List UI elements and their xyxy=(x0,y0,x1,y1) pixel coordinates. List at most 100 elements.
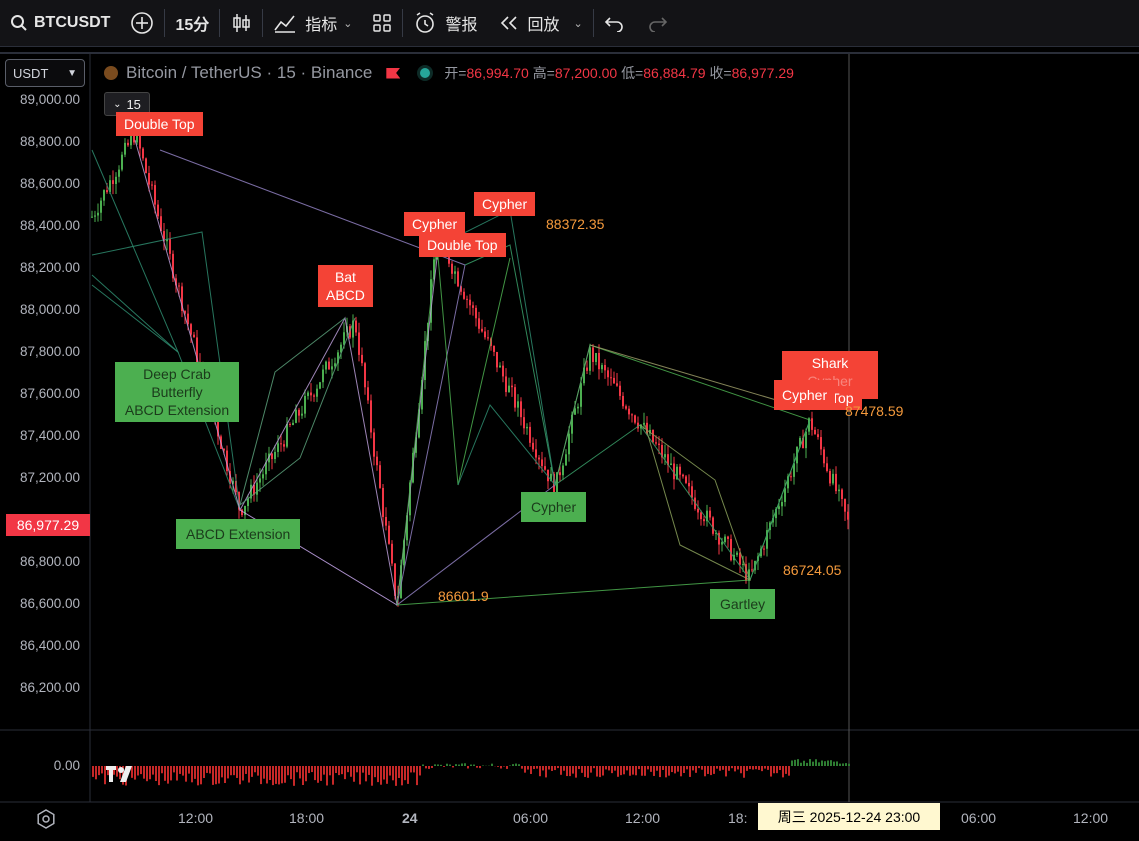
flag-icon[interactable] xyxy=(386,68,400,79)
interval-badge-value: 15 xyxy=(126,97,140,112)
price-axis-label: 86,400.00 xyxy=(0,638,80,653)
oscillator-bar xyxy=(293,766,295,786)
oscillator-bar xyxy=(407,766,409,784)
candle-body xyxy=(388,526,390,544)
candle-body xyxy=(472,305,474,308)
pattern-label-line: Butterfly xyxy=(123,383,231,401)
price-axis-label: 88,200.00 xyxy=(0,260,80,275)
oscillator-bar xyxy=(164,766,166,781)
oscillator-bar xyxy=(590,766,592,773)
candle-body xyxy=(289,424,291,425)
oscillator-bar xyxy=(662,766,664,770)
candle-body xyxy=(607,370,609,377)
settings-button[interactable] xyxy=(36,809,56,834)
oscillator-bar xyxy=(200,766,202,784)
candle-body xyxy=(628,409,630,415)
oscillator-bar xyxy=(395,766,397,786)
pattern-label[interactable]: Double Top xyxy=(116,112,203,136)
oscillator-bar xyxy=(779,766,781,770)
candle-body xyxy=(784,488,786,502)
oscillator-bar xyxy=(698,766,700,768)
oscillator-bar xyxy=(518,764,520,766)
oscillator-bar xyxy=(536,766,538,769)
oscillator-bar xyxy=(317,766,319,783)
price-axis-label: 87,400.00 xyxy=(0,428,80,443)
oscillator-bar xyxy=(326,766,328,785)
pattern-line xyxy=(397,345,810,605)
pattern-label[interactable]: Double Top xyxy=(419,233,506,257)
candle-body xyxy=(274,452,276,459)
candle-body xyxy=(751,569,753,570)
candle-body xyxy=(169,239,171,254)
pattern-label[interactable]: Cypher xyxy=(521,492,586,522)
oscillator-bar xyxy=(239,766,241,784)
oscillator-bar xyxy=(605,766,607,769)
candle-body xyxy=(382,488,384,517)
oscillator-bar xyxy=(287,766,289,775)
candle-body xyxy=(454,271,456,273)
oscillator-bar xyxy=(506,766,508,769)
pattern-label[interactable]: Cypher xyxy=(474,192,535,216)
oscillator-bar xyxy=(581,766,583,773)
oscillator-bar xyxy=(170,766,172,780)
candle-body xyxy=(358,332,360,354)
candle-body xyxy=(700,512,702,519)
oscillator-bar xyxy=(716,766,718,769)
pattern-label[interactable]: Gartley xyxy=(710,589,775,619)
oscillator-bar xyxy=(404,766,406,780)
oscillator-bar xyxy=(95,766,97,779)
candle-body xyxy=(481,329,483,332)
oscillator-bar xyxy=(701,766,703,770)
current-price-tag: 86,977.29 xyxy=(6,514,90,536)
oscillator-bar xyxy=(134,766,136,780)
oscillator-bar xyxy=(497,766,499,767)
oscillator-bar xyxy=(728,766,730,771)
oscillator-bar xyxy=(599,766,601,777)
settings-icon xyxy=(36,816,56,833)
oscillator-bar xyxy=(368,766,370,775)
oscillator-bar xyxy=(602,766,604,776)
candle-body xyxy=(475,308,477,318)
oscillator-bar xyxy=(629,766,631,776)
candle-body xyxy=(100,201,102,213)
pattern-label[interactable]: Bat ABCD xyxy=(318,265,373,307)
oscillator-bar xyxy=(686,766,688,769)
oscillator-bar xyxy=(638,766,640,769)
oscillator-bar xyxy=(449,765,451,766)
oscillator-bar xyxy=(836,761,838,766)
oscillator-bar xyxy=(140,766,142,774)
oscillator-bar xyxy=(473,765,475,766)
candle-body xyxy=(631,414,633,415)
pattern-label[interactable]: Deep Crab Butterfly ABCD Extension xyxy=(115,362,239,422)
oscillator-bar xyxy=(821,760,823,766)
oscillator-bar xyxy=(221,766,223,777)
candle-body xyxy=(343,332,345,344)
candle-body xyxy=(463,292,465,299)
candle-body xyxy=(529,427,531,443)
candle-body xyxy=(589,347,591,370)
candle-body xyxy=(121,155,123,170)
candle-body xyxy=(652,430,654,442)
oscillator-bar xyxy=(704,766,706,776)
pattern-label[interactable]: Cypher xyxy=(774,380,835,410)
candle-body xyxy=(781,502,783,506)
oscillator-bar xyxy=(806,763,808,766)
ohlc-values: 开=86,994.70 高=87,200.00 低=86,884.79 收=86… xyxy=(444,63,794,83)
candle-body xyxy=(391,544,393,564)
chevron-down-icon: ▼ xyxy=(67,68,77,79)
oscillator-bar xyxy=(188,766,190,774)
open-value: 86,994.70 xyxy=(467,65,529,81)
candle-body xyxy=(655,442,657,443)
oscillator-bar xyxy=(92,766,94,777)
candle-body xyxy=(511,386,513,388)
oscillator-bar xyxy=(290,766,292,779)
pattern-label[interactable]: ABCD Extension xyxy=(176,519,300,549)
oscillator-bar xyxy=(335,766,337,773)
oscillator-bar xyxy=(467,766,469,768)
pivot-value: 88372.35 xyxy=(546,216,604,232)
oscillator-bar xyxy=(764,766,766,769)
oscillator-bar xyxy=(374,766,376,777)
currency-select[interactable]: USDT ▼ xyxy=(5,59,85,87)
candle-body xyxy=(523,417,525,428)
candle-body xyxy=(292,423,294,425)
